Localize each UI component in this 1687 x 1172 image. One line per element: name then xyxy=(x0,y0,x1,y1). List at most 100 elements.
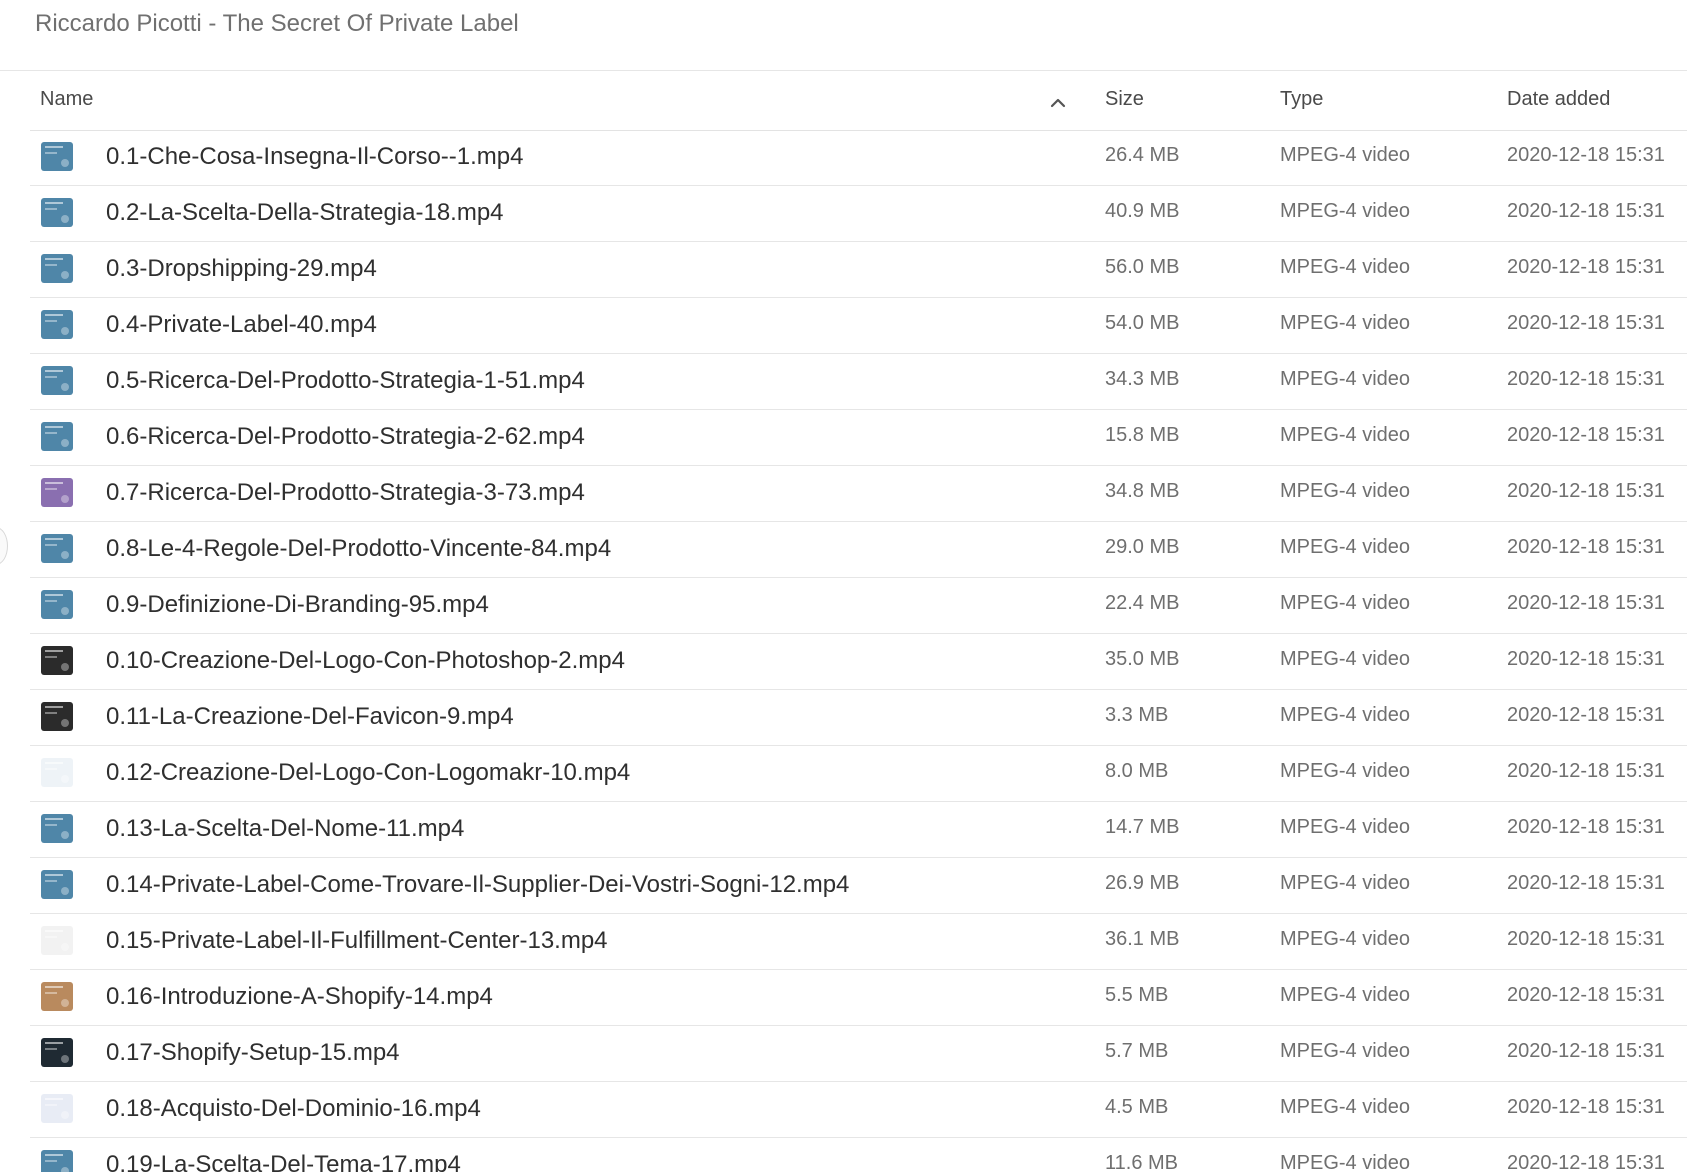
video-thumbnail-icon xyxy=(41,758,73,787)
side-panel-handle[interactable] xyxy=(0,527,8,565)
file-type: MPEG-4 video xyxy=(1280,1096,1411,1118)
column-header-row: Name Size Type Date added xyxy=(30,71,1687,131)
file-list: 0.1-Che-Cosa-Insegna-Il-Corso--1.mp4 26.4… xyxy=(30,130,1687,1172)
file-row[interactable]: 0.15-Private-Label-Il-Fulfillment-Center… xyxy=(30,914,1687,970)
column-header-size[interactable]: Size xyxy=(1105,88,1144,111)
file-name[interactable]: 0.3-Dropshipping-29.mp4 xyxy=(106,255,377,283)
file-date-added: 2020-12-18 15:31 xyxy=(1507,200,1665,222)
file-row[interactable]: 0.6-Ricerca-Del-Prodotto-Strategia-2-62.… xyxy=(30,410,1687,466)
file-name[interactable]: 0.11-La-Creazione-Del-Favicon-9.mp4 xyxy=(106,703,514,731)
file-size: 56.0 MB xyxy=(1105,256,1180,278)
video-thumbnail-icon xyxy=(41,982,73,1011)
file-type: MPEG-4 video xyxy=(1280,984,1411,1006)
file-date-added: 2020-12-18 15:31 xyxy=(1507,648,1665,670)
file-size: 29.0 MB xyxy=(1105,536,1180,558)
file-size: 26.9 MB xyxy=(1105,872,1180,894)
file-name[interactable]: 0.6-Ricerca-Del-Prodotto-Strategia-2-62.… xyxy=(106,423,585,451)
file-date-added: 2020-12-18 15:31 xyxy=(1507,760,1665,782)
file-type: MPEG-4 video xyxy=(1280,424,1411,446)
file-name[interactable]: 0.16-Introduzione-A-Shopify-14.mp4 xyxy=(106,983,493,1011)
file-size: 22.4 MB xyxy=(1105,592,1180,614)
file-name[interactable]: 0.5-Ricerca-Del-Prodotto-Strategia-1-51.… xyxy=(106,367,585,395)
file-row[interactable]: 0.13-La-Scelta-Del-Nome-11.mp4 14.7 MB MPE… xyxy=(30,802,1687,858)
file-size: 4.5 MB xyxy=(1105,1096,1169,1118)
video-thumbnail-icon xyxy=(41,534,73,563)
file-name[interactable]: 0.18-Acquisto-Del-Dominio-16.mp4 xyxy=(106,1095,481,1123)
file-name[interactable]: 0.1-Che-Cosa-Insegna-Il-Corso--1.mp4 xyxy=(106,143,524,171)
video-thumbnail-icon xyxy=(41,198,73,227)
video-thumbnail-icon xyxy=(41,814,73,843)
file-date-added: 2020-12-18 15:31 xyxy=(1507,592,1665,614)
file-row[interactable]: 0.4-Private-Label-40.mp4 54.0 MB MPEG-4 vi… xyxy=(30,298,1687,354)
file-row[interactable]: 0.9-Definizione-Di-Branding-95.mp4 22.4 M… xyxy=(30,578,1687,634)
file-row[interactable]: 0.7-Ricerca-Del-Prodotto-Strategia-3-73.… xyxy=(30,466,1687,522)
file-type: MPEG-4 video xyxy=(1280,928,1411,950)
file-name[interactable]: 0.4-Private-Label-40.mp4 xyxy=(106,311,377,339)
file-name[interactable]: 0.15-Private-Label-Il-Fulfillment-Center… xyxy=(106,927,608,955)
file-name[interactable]: 0.19-La-Scelta-Del-Tema-17.mp4 xyxy=(106,1151,461,1172)
file-row[interactable]: 0.19-La-Scelta-Del-Tema-17.mp4 11.6 MB MPE… xyxy=(30,1138,1687,1172)
video-thumbnail-icon xyxy=(41,142,73,171)
file-size: 8.0 MB xyxy=(1105,760,1169,782)
file-date-added: 2020-12-18 15:31 xyxy=(1507,1152,1665,1172)
file-browser: Riccardo Picotti - The Secret Of Private… xyxy=(0,0,1687,1172)
file-row[interactable]: 0.11-La-Creazione-Del-Favicon-9.mp4 3.3 M… xyxy=(30,690,1687,746)
file-size: 5.7 MB xyxy=(1105,1040,1169,1062)
file-date-added: 2020-12-18 15:31 xyxy=(1507,704,1665,726)
file-name[interactable]: 0.9-Definizione-Di-Branding-95.mp4 xyxy=(106,591,489,619)
file-date-added: 2020-12-18 15:31 xyxy=(1507,536,1665,558)
file-date-added: 2020-12-18 15:31 xyxy=(1507,984,1665,1006)
column-header-name[interactable]: Name xyxy=(40,88,93,111)
file-type: MPEG-4 video xyxy=(1280,816,1411,838)
video-thumbnail-icon xyxy=(41,1038,73,1067)
file-type: MPEG-4 video xyxy=(1280,872,1411,894)
file-date-added: 2020-12-18 15:31 xyxy=(1507,816,1665,838)
file-type: MPEG-4 video xyxy=(1280,368,1411,390)
file-date-added: 2020-12-18 15:31 xyxy=(1507,872,1665,894)
file-name[interactable]: 0.8-Le-4-Regole-Del-Prodotto-Vincente-84… xyxy=(106,535,611,563)
file-row[interactable]: 0.2-La-Scelta-Della-Strategia-18.mp4 40.9… xyxy=(30,186,1687,242)
file-row[interactable]: 0.16-Introduzione-A-Shopify-14.mp4 5.5 MB… xyxy=(30,970,1687,1026)
file-row[interactable]: 0.1-Che-Cosa-Insegna-Il-Corso--1.mp4 26.4… xyxy=(30,130,1687,186)
file-date-added: 2020-12-18 15:31 xyxy=(1507,1040,1665,1062)
file-type: MPEG-4 video xyxy=(1280,536,1411,558)
file-name[interactable]: 0.14-Private-Label-Come-Trovare-Il-Suppl… xyxy=(106,871,849,899)
file-date-added: 2020-12-18 15:31 xyxy=(1507,256,1665,278)
video-thumbnail-icon xyxy=(41,1094,73,1123)
file-size: 35.0 MB xyxy=(1105,648,1180,670)
file-row[interactable]: 0.3-Dropshipping-29.mp4 56.0 MB MPEG-4 vid… xyxy=(30,242,1687,298)
file-type: MPEG-4 video xyxy=(1280,256,1411,278)
video-thumbnail-icon xyxy=(41,926,73,955)
file-row[interactable]: 0.14-Private-Label-Come-Trovare-Il-Suppl… xyxy=(30,858,1687,914)
file-row[interactable]: 0.18-Acquisto-Del-Dominio-16.mp4 4.5 MB MP… xyxy=(30,1082,1687,1138)
video-thumbnail-icon xyxy=(41,1150,73,1172)
file-row[interactable]: 0.10-Creazione-Del-Logo-Con-Photoshop-2.… xyxy=(30,634,1687,690)
file-name[interactable]: 0.17-Shopify-Setup-15.mp4 xyxy=(106,1039,400,1067)
file-type: MPEG-4 video xyxy=(1280,200,1411,222)
video-thumbnail-icon xyxy=(41,478,73,507)
file-row[interactable]: 0.5-Ricerca-Del-Prodotto-Strategia-1-51.… xyxy=(30,354,1687,410)
file-date-added: 2020-12-18 15:31 xyxy=(1507,928,1665,950)
file-row[interactable]: 0.8-Le-4-Regole-Del-Prodotto-Vincente-84… xyxy=(30,522,1687,578)
file-row[interactable]: 0.17-Shopify-Setup-15.mp4 5.7 MB MPEG-4 vi… xyxy=(30,1026,1687,1082)
file-size: 15.8 MB xyxy=(1105,424,1180,446)
video-thumbnail-icon xyxy=(41,254,73,283)
file-size: 11.6 MB xyxy=(1105,1152,1178,1172)
file-name[interactable]: 0.7-Ricerca-Del-Prodotto-Strategia-3-73.… xyxy=(106,479,585,507)
file-name[interactable]: 0.13-La-Scelta-Del-Nome-11.mp4 xyxy=(106,815,464,843)
sort-ascending-icon[interactable] xyxy=(1046,91,1070,115)
file-row[interactable]: 0.12-Creazione-Del-Logo-Con-Logomakr-10.… xyxy=(30,746,1687,802)
file-size: 36.1 MB xyxy=(1105,928,1180,950)
file-name[interactable]: 0.2-La-Scelta-Della-Strategia-18.mp4 xyxy=(106,199,504,227)
file-size: 54.0 MB xyxy=(1105,312,1180,334)
video-thumbnail-icon xyxy=(41,646,73,675)
file-type: MPEG-4 video xyxy=(1280,648,1411,670)
folder-title: Riccardo Picotti - The Secret Of Private… xyxy=(35,10,519,37)
file-date-added: 2020-12-18 15:31 xyxy=(1507,1096,1665,1118)
file-name[interactable]: 0.12-Creazione-Del-Logo-Con-Logomakr-10.… xyxy=(106,759,630,787)
file-type: MPEG-4 video xyxy=(1280,704,1411,726)
column-header-date[interactable]: Date added xyxy=(1507,88,1610,111)
file-name[interactable]: 0.10-Creazione-Del-Logo-Con-Photoshop-2.… xyxy=(106,647,625,675)
video-thumbnail-icon xyxy=(41,310,73,339)
column-header-type[interactable]: Type xyxy=(1280,88,1323,111)
